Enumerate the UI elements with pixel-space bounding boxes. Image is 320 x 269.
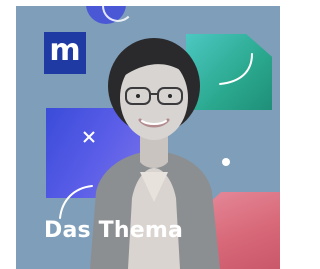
podcast-cover-frame: m Das Thema <box>0 0 292 269</box>
logo-letter: m <box>49 33 81 68</box>
cover-title: Das Thema <box>44 218 184 243</box>
m-logo: m <box>44 32 86 74</box>
podcast-cover[interactable]: m Das Thema <box>16 6 280 269</box>
